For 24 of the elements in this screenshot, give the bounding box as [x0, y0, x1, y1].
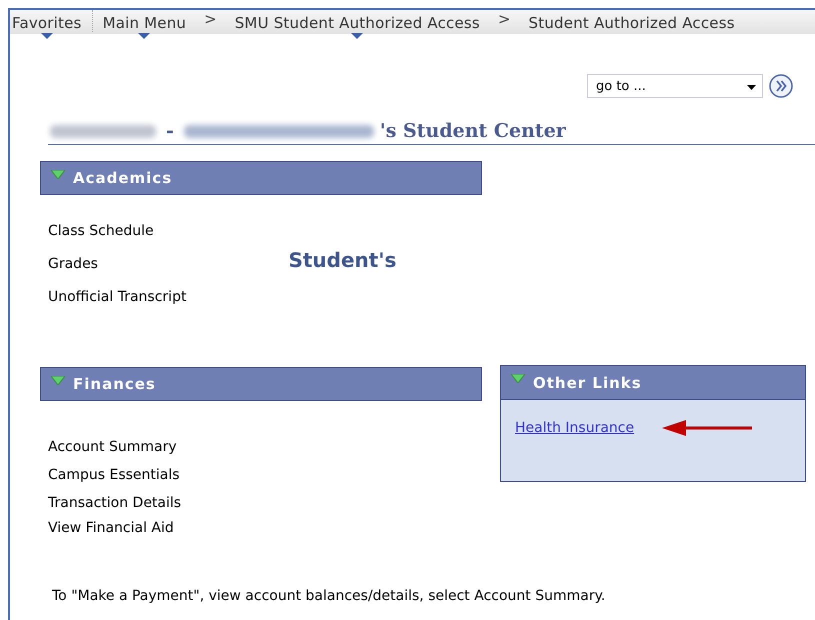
- breadcrumb-separator: >: [204, 10, 217, 28]
- menu-link[interactable]: Account Summary: [48, 439, 482, 455]
- section-header[interactable]: Other Links: [501, 366, 805, 400]
- breadcrumb-separator: >: [498, 10, 511, 28]
- menu-link[interactable]: Transaction Details: [48, 495, 482, 511]
- breadcrumb-link[interactable]: Favorites: [12, 10, 82, 40]
- student-heading: Student's: [288, 248, 396, 272]
- menu-link[interactable]: Campus Essentials: [48, 467, 482, 483]
- breadcrumb-link[interactable]: Student Authorized Access: [528, 10, 735, 40]
- page-title: 's Student Center: [380, 120, 566, 142]
- menu-link[interactable]: View Financial Aid: [48, 520, 482, 536]
- breadcrumb-link[interactable]: Main Menu: [102, 10, 186, 40]
- caret-icon: [747, 85, 756, 90]
- menu-link[interactable]: Grades: [48, 256, 186, 272]
- menu-link[interactable]: Class Schedule: [48, 223, 186, 239]
- title-separator: -: [166, 120, 174, 142]
- menu-link[interactable]: Unofficial Transcript: [48, 289, 186, 305]
- payment-instructions: To "Make a Payment", view account balances/details, select Account Summary.: [52, 588, 606, 604]
- breadcrumb-link[interactable]: SMU Student Authorized Access: [234, 10, 480, 40]
- health-insurance-link[interactable]: Health Insurance: [515, 420, 634, 436]
- double-chevron-button[interactable]: [769, 74, 793, 98]
- section-header[interactable]: Finances: [40, 367, 482, 401]
- go-to-dropdown[interactable]: go to ...: [587, 74, 763, 98]
- section-header[interactable]: Academics: [40, 161, 482, 195]
